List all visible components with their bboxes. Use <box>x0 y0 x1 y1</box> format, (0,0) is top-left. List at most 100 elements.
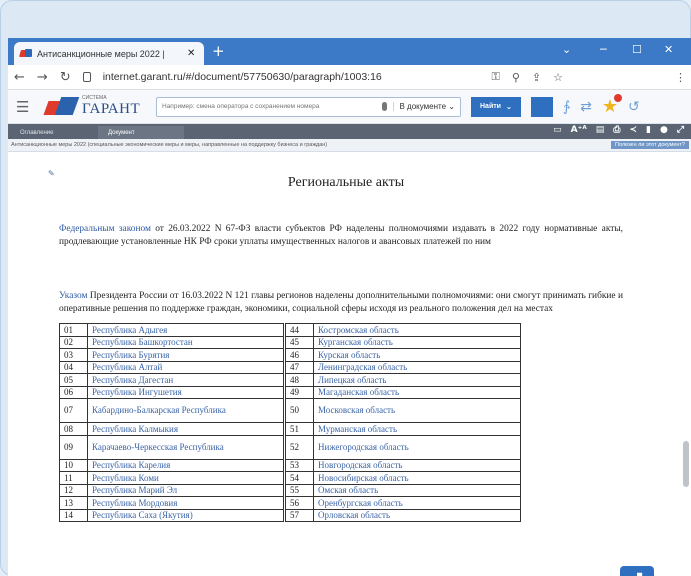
print-icon[interactable]: ⎙ <box>613 125 620 135</box>
table-row: 04 Республика Алтай <box>59 360 284 374</box>
forward-icon[interactable]: → <box>37 70 48 85</box>
compare-icon[interactable]: ⇄ <box>580 99 592 115</box>
formula-icon[interactable]: ∱ <box>563 99 570 115</box>
region-link[interactable]: Магаданская область <box>313 385 521 399</box>
scrollbar-thumb[interactable] <box>683 441 689 487</box>
favorites-star-icon[interactable]: ★ <box>602 94 623 117</box>
document-tabs: Оглавление Документ ▭ A⁺ᴬ ▤ ⎙ ≺ ▮ ● ⤢ <box>8 124 691 139</box>
region-link[interactable]: Кабардино-Балкарская Республика <box>87 398 284 423</box>
region-link[interactable]: Карачаево-Черкесская Республика <box>87 434 284 460</box>
search-input[interactable] <box>162 103 376 110</box>
logo-name: ГАРАНТ <box>82 101 141 117</box>
region-code: 50 <box>285 398 314 423</box>
region-link[interactable]: Республика Мордовия <box>87 496 284 510</box>
region-link[interactable]: Республика Саха (Якутия) <box>87 508 284 522</box>
reload-icon[interactable]: ↻ <box>60 70 71 85</box>
window-close-icon[interactable]: ✕ <box>664 43 673 56</box>
region-link[interactable]: Республика Карелия <box>87 458 284 472</box>
garant-logo[interactable]: СИСТЕМА ГАРАНТ <box>46 95 146 118</box>
region-code: 13 <box>59 496 88 510</box>
tab-close-icon[interactable]: ✕ <box>187 48 195 59</box>
minimize-icon[interactable]: ─ <box>600 43 607 56</box>
region-link[interactable]: Костромская область <box>313 323 521 337</box>
region-link[interactable]: Республика Коми <box>87 471 284 485</box>
region-link[interactable]: Омская область <box>313 483 521 497</box>
region-code: 47 <box>285 360 314 374</box>
decree-link[interactable]: Указом <box>59 291 87 301</box>
back-icon[interactable]: ← <box>14 70 25 85</box>
region-code: 12 <box>59 483 88 497</box>
region-code: 55 <box>285 483 314 497</box>
scrollbar[interactable] <box>683 163 689 576</box>
browser-tab[interactable]: Антисанкционные меры 2022 | ✕ <box>14 42 204 65</box>
history-icon[interactable]: ↺ <box>628 99 640 115</box>
table-row: 08 Республика Калмыкия <box>59 422 284 436</box>
table-row: 54 Новосибирская область <box>285 471 521 485</box>
share-doc-icon[interactable]: ≺ <box>629 125 637 135</box>
search-scope-select[interactable]: В документе ⌄ <box>392 102 455 111</box>
region-link[interactable]: Курская область <box>313 348 521 362</box>
save-icon[interactable]: ▤ <box>596 125 605 135</box>
region-link[interactable]: Ленинградская область <box>313 360 521 374</box>
region-link[interactable]: Республика Ингушетия <box>87 385 284 399</box>
tab-contents[interactable]: Оглавление <box>10 126 96 139</box>
document-tools: ▭ A⁺ᴬ ▤ ⎙ ≺ ▮ ● ⤢ <box>553 125 684 135</box>
region-link[interactable]: Курганская область <box>313 335 521 349</box>
bookmark-star-icon[interactable]: ☆ <box>553 71 563 84</box>
maximize-icon[interactable]: ☐ <box>632 43 642 56</box>
extended-search-button[interactable] <box>530 96 553 117</box>
browser-menu-icon[interactable]: ⋮ <box>675 71 686 84</box>
region-link[interactable]: Республика Алтай <box>87 360 284 374</box>
region-link[interactable]: Республика Бурятия <box>87 348 284 362</box>
lock-icon <box>82 72 91 82</box>
share-icon[interactable]: ⇪ <box>532 71 541 84</box>
hamburger-menu-icon[interactable]: ☰ <box>16 98 36 116</box>
microphone-icon[interactable] <box>381 102 387 111</box>
region-code: 57 <box>285 508 314 522</box>
region-link[interactable]: Оренбургская область <box>313 496 521 510</box>
url-field[interactable]: internet.garant.ru/#/document/57750630/p… <box>103 71 480 83</box>
region-code: 54 <box>285 471 314 485</box>
table-row: 06 Республика Ингушетия <box>59 385 284 399</box>
tab-list-icon[interactable]: ⌄ <box>562 43 571 56</box>
region-link[interactable]: Республика Дагестан <box>87 373 284 387</box>
table-row: 48 Липецкая область <box>285 373 521 387</box>
region-link[interactable]: Республика Башкортостан <box>87 335 284 349</box>
region-link[interactable]: Орловская область <box>313 508 521 522</box>
garant-favicon-icon <box>20 49 32 58</box>
tab-document[interactable]: Документ <box>98 126 184 139</box>
region-code: 49 <box>285 385 314 399</box>
font-size-icon[interactable]: A⁺ᴬ <box>571 125 587 135</box>
page-title: Региональные акты <box>287 175 405 190</box>
region-link[interactable]: Нижегородская область <box>313 434 521 460</box>
new-tab-icon[interactable]: + <box>212 42 225 60</box>
zoom-icon[interactable]: ⚲ <box>512 71 520 84</box>
chat-assistant-icon[interactable]: ▞ <box>620 566 654 576</box>
table-row: 53 Новгородская область <box>285 458 521 472</box>
info-icon[interactable]: ● <box>660 125 668 135</box>
expand-icon[interactable]: ⤢ <box>677 125 684 135</box>
table-row: 49 Магаданская область <box>285 385 521 399</box>
table-row: 51 Мурманская область <box>285 422 521 436</box>
region-link[interactable]: Липецкая область <box>313 373 521 387</box>
find-button[interactable]: Найти ⌄ <box>471 96 521 117</box>
table-row: 44 Костромская область <box>285 323 521 337</box>
region-link[interactable]: Республика Марий Эл <box>87 483 284 497</box>
region-code: 03 <box>59 348 88 362</box>
region-link[interactable]: Московская область <box>313 398 521 423</box>
table-row: 13 Республика Мордовия <box>59 496 284 510</box>
federal-law-link[interactable]: Федеральным законом <box>59 224 151 234</box>
regions-table-right: 44 Костромская область 45 Курганская област… <box>285 323 521 522</box>
region-link[interactable]: Республика Калмыкия <box>87 422 284 436</box>
garant-toolbar: ☰ СИСТЕМА ГАРАНТ В документе ⌄ Найти⌄ ∱ … <box>8 90 691 124</box>
breadcrumb: Антисанкционные меры 2022 (специальные э… <box>8 139 691 152</box>
bookmark-icon[interactable]: ▮ <box>646 125 651 135</box>
region-link[interactable]: Новгородская область <box>313 458 521 472</box>
key-icon[interactable]: ⚿ <box>491 70 499 84</box>
region-link[interactable]: Республика Адыгея <box>87 323 284 337</box>
region-link[interactable]: Мурманская область <box>313 422 521 436</box>
regions-table-left: 01 Республика Адыгея 02 Республика Башкорто… <box>59 323 284 522</box>
feedback-button[interactable]: Полезен ли этот документ? <box>611 141 689 149</box>
card-icon[interactable]: ▭ <box>553 125 562 135</box>
region-link[interactable]: Новосибирская область <box>313 471 521 485</box>
